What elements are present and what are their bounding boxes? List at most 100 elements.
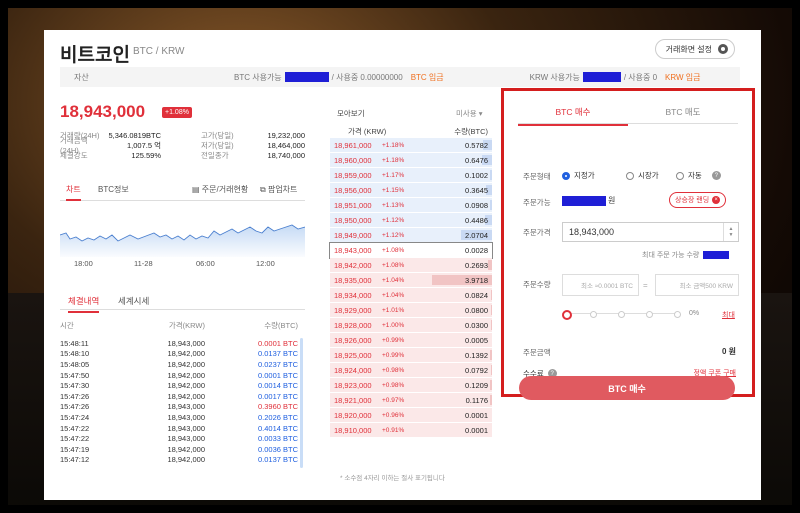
orderbook-row[interactable]: 18,943,000 +1.08% 0.0028 [329,242,493,259]
ob-change: +0.99% [382,351,405,359]
slider-stop[interactable] [618,311,625,318]
max-qty-label: 최대 주문 가능 수량 [642,252,700,259]
ob-qty: 0.0300 [465,320,488,330]
orderbook-row[interactable]: 18,921,000 +0.97% 0.1176 [330,393,492,408]
screen-settings-button[interactable]: 거래화면 설정 [654,39,735,59]
krw-in-use: / 사용중 0 [623,72,658,82]
ob-price: 18,929,000 [334,305,372,315]
slider-stop[interactable] [674,311,681,318]
qty-input[interactable]: 최소 ≈0.0001 BTC [562,274,639,296]
orderbook-row[interactable]: 18,942,000 +1.08% 0.2693 [330,258,492,273]
radio-market-label: 시장가 [638,171,659,180]
radio-market[interactable]: 시장가 [626,170,659,181]
tab-sell[interactable]: BTC 매도 [628,106,738,118]
axis-tick: 06:00 [196,259,215,268]
page-title: 비트코인 [60,45,130,66]
tab-chart[interactable]: 차트 [66,184,81,201]
ob-price: 18,921,000 [334,395,372,405]
orders-status-label: 주문/거래현황 [201,185,249,194]
total-value: 0 원 [721,347,736,356]
orderbook-unit-select[interactable]: 미사용 ▾ [456,108,483,119]
orderbook-row[interactable]: 18,959,000 +1.17% 0.1002 [330,168,492,183]
change-badge: +1.08% [162,107,192,118]
orderbook-row[interactable]: 18,929,000 +1.01% 0.0800 [330,303,492,318]
max-button[interactable]: 최대 [722,310,735,320]
ob-change: +1.15% [382,186,405,194]
popup-chart-link[interactable]: ⧉ 팝업차트 [260,184,297,195]
orderbook-row[interactable]: 18,910,000 +0.91% 0.0001 [330,423,492,438]
qty-label: 주문수량 [523,280,551,289]
krw-available-label: KRW 사용가능 [529,72,580,82]
trade-price: 18,942,000 [167,444,205,454]
btc-deposit-link[interactable]: BTC 입금 [411,72,444,83]
ob-qty: 0.0792 [465,365,488,375]
tab-world-prices[interactable]: 세계시세 [118,295,149,307]
orderbook-row[interactable]: 18,961,000 +1.18% 0.5782 [330,138,492,153]
close-icon: × [712,196,721,204]
ob-price: 18,961,000 [334,140,372,150]
col-price: 가격(KRW) [168,321,205,330]
max-qty-row: 최대 주문 가능 수량 [642,250,730,260]
ob-change: +1.18% [382,141,405,149]
radio-limit[interactable]: 지정가 [562,170,595,181]
orderbook-row[interactable]: 18,924,000 +0.98% 0.0792 [330,363,492,378]
buy-button[interactable]: BTC 매수 [519,376,735,400]
ob-price: 18,935,000 [334,275,372,285]
help-icon[interactable]: ? [711,171,721,180]
trade-price: 18,943,000 [167,412,205,422]
orderbook-row[interactable]: 18,935,000 +1.04% 3.9718 [330,273,492,288]
tab-buy[interactable]: BTC 매수 [518,106,628,126]
tab-trades[interactable]: 체결내역 [68,295,100,313]
price-stepper[interactable]: ▲ ▼ [723,223,738,241]
trade-row: 15:47:26 18,942,000 0.0017 BTC [60,391,298,402]
ob-price: 18,943,000 [334,245,372,255]
slider-handle[interactable] [562,310,572,320]
ob-change: +1.04% [382,291,405,299]
trade-qty: 0.0137 BTC [257,455,298,465]
qty-slider[interactable] [562,310,681,320]
popup-chart-label: 팝업차트 [267,185,298,194]
col-price: 가격 (KRW) [348,126,387,136]
orderbook-row[interactable]: 18,956,000 +1.15% 0.3645 [330,183,492,198]
orderbook-row[interactable]: 18,920,000 +0.96% 0.0001 [330,408,492,423]
krw-deposit-link[interactable]: KRW 입금 [665,72,700,83]
orderbook-row[interactable]: 18,926,000 +0.99% 0.0005 [330,333,492,348]
price-sparkline-chart[interactable] [60,205,305,257]
orderbook-row[interactable]: 18,950,000 +1.12% 0.4486 [330,213,492,228]
stat-row: 체결강도 125.59% 전일종가 18,740,000 [60,150,305,160]
btc-in-use: / 사용중 0.00000000 [331,72,403,82]
ob-qty: 0.1209 [465,380,488,390]
radio-auto[interactable]: 자동 ? [676,170,721,181]
orderbook-row[interactable]: 18,960,000 +1.18% 0.6476 [330,153,492,168]
orders-status-link[interactable]: ▤ 주문/거래현황 [192,184,248,195]
trade-time: 15:47:12 [60,455,90,465]
trades-scrollbar[interactable] [300,338,303,468]
orderbook-row[interactable]: 18,951,000 +1.13% 0.0908 [330,198,492,213]
orderbook-row[interactable]: 18,923,000 +0.98% 0.1209 [330,378,492,393]
ob-change: +1.12% [382,231,405,239]
tab-btc-info[interactable]: BTC정보 [98,184,129,195]
orderbook-row[interactable]: 18,928,000 +1.00% 0.0300 [330,318,492,333]
current-price: 18,943,000 [60,102,146,121]
orderbook-row[interactable]: 18,934,000 +1.04% 0.0824 [330,288,492,303]
slider-stop[interactable] [590,311,597,318]
ob-price: 18,925,000 [334,350,372,360]
ob-price: 18,924,000 [334,365,372,375]
order-type-label: 주문형태 [523,172,551,181]
chart-tabs: 차트 BTC정보 ▤ 주문/거래현황 ⧉ 팝업차트 [60,182,305,201]
ob-price: 18,956,000 [334,185,372,195]
trades-list: 15:48:11 18,943,000 0.0001 BTC 15:48:10 18,9… [60,338,298,465]
orderbook-row[interactable]: 18,949,000 +1.12% 2.0704 [330,228,492,243]
trade-qty: 0.2026 BTC [257,412,298,422]
col-qty: 수량(BTC) [454,126,488,136]
ob-qty: 3.9718 [465,275,488,285]
amount-input[interactable]: 최소 금액500 KRW [655,274,739,296]
pair-subtitle: BTC / KRW [133,46,185,57]
stat-value: 1,007.5 억 [127,140,162,150]
radio-off-icon [676,171,684,180]
price-label: 주문가격 [523,228,551,237]
bull-market-landing-button[interactable]: 상승장 랜딩 × [669,192,727,208]
orderbook-row[interactable]: 18,925,000 +0.99% 0.1392 [330,348,492,363]
slider-stop[interactable] [646,311,653,318]
order-price-input[interactable]: 18,943,000 ▲ ▼ [562,222,739,242]
